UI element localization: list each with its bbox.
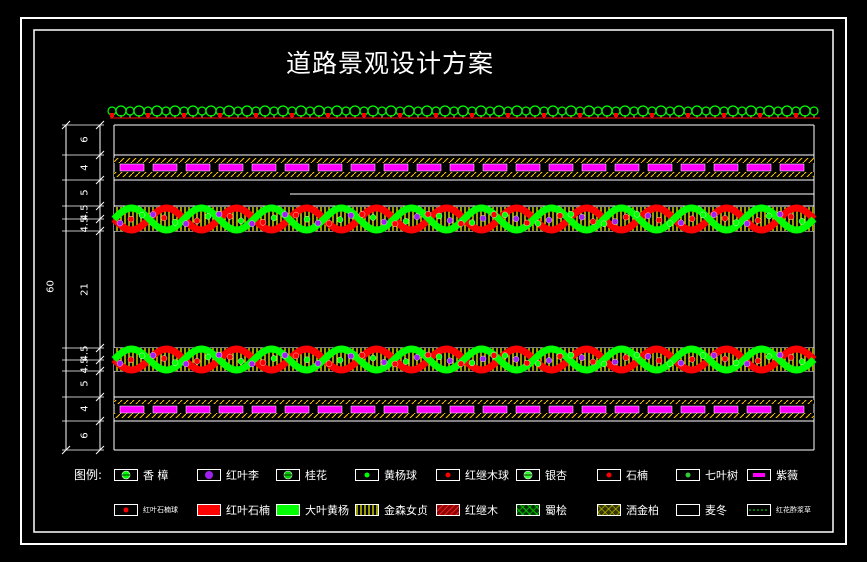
yellow-hatch-icon (355, 504, 379, 516)
legend-label: 紫薇 (776, 469, 798, 482)
red-dot-icon (114, 504, 138, 516)
legend-item: 七叶树 (676, 467, 738, 483)
legend-item: 麦冬 (676, 502, 727, 518)
inner-frame (33, 29, 834, 533)
legend-item: 香 樟 (114, 467, 169, 483)
legend-item: 红继木球 (436, 467, 509, 483)
dimension-label: 21 (79, 282, 91, 296)
legend-item: 金森女贞 (355, 502, 428, 518)
tree-symbol-icon (516, 469, 540, 481)
green-dot-icon (355, 469, 379, 481)
legend-label: 金森女贞 (384, 504, 428, 517)
dimension-label: 6 (79, 136, 91, 143)
dotted-box-icon (747, 504, 771, 516)
legend-label: 红叶石楠球 (143, 506, 178, 514)
outer-frame (20, 17, 847, 545)
red-dot-icon (436, 469, 460, 481)
legend-item: 红叶石楠球 (114, 502, 178, 518)
dimension-label: 4.5 (79, 216, 91, 233)
legend-label: 红花酢浆草 (776, 506, 811, 514)
legend-label: 红叶石楠 (226, 504, 270, 517)
legend-item: 大叶黄杨 (276, 502, 349, 518)
tree-symbol-icon (114, 469, 138, 481)
dimension-label: 4 (79, 405, 91, 412)
legend-label: 黄杨球 (384, 469, 417, 482)
drawing-title: 道路景观设计方案 (285, 49, 494, 78)
red-fill-icon (197, 504, 221, 516)
legend-label: 石楠 (626, 469, 648, 482)
green-dot-icon (676, 469, 700, 481)
lower-planting-belt (111, 345, 817, 374)
empty-box-icon (676, 504, 700, 516)
dimension-label: 6 (79, 431, 91, 439)
upper-planting-belt (111, 204, 817, 234)
legend-item: 黄杨球 (355, 467, 417, 483)
legend-label: 蜀桧 (545, 504, 567, 517)
legend-label: 桂花 (305, 469, 327, 482)
legend-item: 桂花 (276, 467, 327, 483)
legend-label: 红叶李 (226, 469, 259, 482)
darkred-hatch-icon (436, 504, 460, 516)
legend-label: 红继木 (465, 504, 498, 517)
red-dot-icon (597, 469, 621, 481)
overall-dimension: 60 (45, 280, 57, 293)
legend-item: 红花酢浆草 (747, 502, 811, 518)
legend-label: 大叶黄杨 (305, 504, 349, 517)
legend-item: 红叶石楠 (197, 502, 270, 518)
legend-item: 石楠 (597, 467, 648, 483)
legend-label: 七叶树 (705, 469, 738, 482)
legend-heading: 图例: (74, 468, 103, 482)
legend-label: 红继木球 (465, 469, 509, 482)
green-fill-icon (276, 504, 300, 516)
legend-item: 红继木 (436, 502, 498, 518)
legend-label: 麦冬 (705, 504, 727, 517)
crape-myrtle-rows (119, 163, 805, 414)
green-cross-icon (516, 504, 540, 516)
yellow-cross-icon (597, 504, 621, 516)
legend-item: 洒金柏 (597, 502, 659, 518)
legend-item: 紫薇 (747, 467, 798, 483)
legend-item: 蜀桧 (516, 502, 567, 518)
tree-elevation-row (107, 105, 819, 118)
legend-label: 香 樟 (143, 469, 169, 482)
legend-item: 红叶李 (197, 467, 259, 483)
purple-circle-icon (197, 469, 221, 481)
tree-symbol-icon (276, 469, 300, 481)
legend-label: 洒金柏 (626, 504, 659, 517)
road-cross-section (113, 124, 815, 451)
legend-item: 银杏 (516, 467, 567, 483)
top-hedge-strip (114, 158, 814, 163)
magenta-bar-icon (747, 469, 771, 481)
bottom-hedge-strip (114, 400, 814, 404)
legend-label: 银杏 (545, 469, 567, 482)
